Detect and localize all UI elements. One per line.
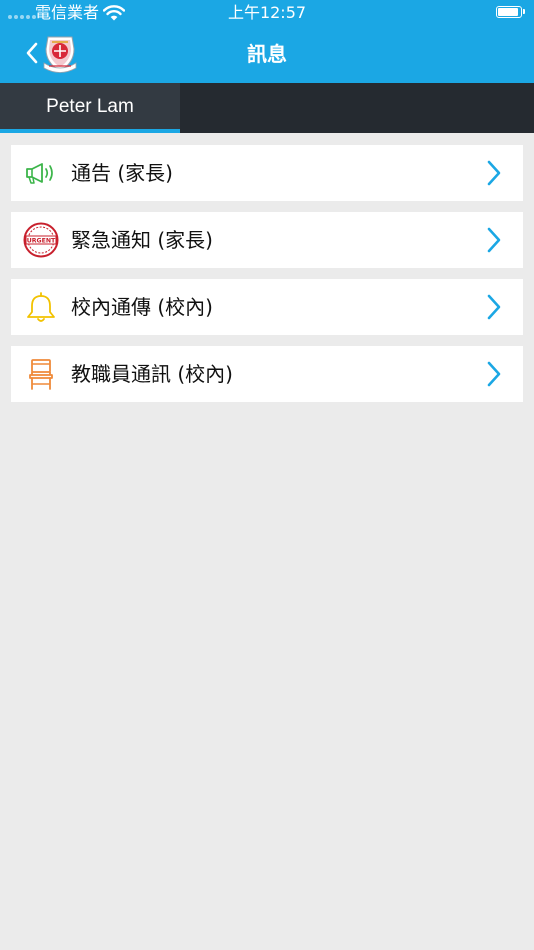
battery-tip — [523, 9, 525, 14]
message-category-list: 通告 (家長) URGENT 緊急通知 (家長) 校內通傳 (校內) 教職員通訊… — [11, 145, 523, 413]
tab-bar: Peter Lam — [0, 83, 534, 133]
list-item-label: 教職員通訊 (校內) — [71, 362, 233, 386]
bell-icon — [27, 292, 55, 322]
list-item-staff-communications[interactable]: 教職員通訊 (校內) — [11, 346, 523, 402]
list-item-urgent-notices[interactable]: URGENT 緊急通知 (家長) — [11, 212, 523, 268]
list-item-label: 緊急通知 (家長) — [71, 228, 213, 252]
clock: 上午12:57 — [227, 3, 307, 22]
navigation-header: 電信業者 上午12:57 訊息 — [0, 0, 534, 83]
chair-icon — [29, 359, 53, 390]
battery-icon — [496, 6, 522, 18]
megaphone-icon — [26, 163, 53, 184]
chevron-right-icon — [487, 160, 501, 186]
status-bar: 電信業者 上午12:57 — [0, 0, 534, 26]
chevron-right-icon — [487, 361, 501, 387]
list-item-label: 校內通傳 (校內) — [71, 295, 213, 319]
chevron-right-icon — [487, 227, 501, 253]
list-item-label: 通告 (家長) — [71, 161, 173, 185]
list-item-internal-messages[interactable]: 校內通傳 (校內) — [11, 279, 523, 335]
tab-selected-indicator — [0, 129, 180, 133]
page-title: 訊息 — [247, 42, 287, 66]
tab-label: Peter Lam — [46, 96, 134, 117]
chevron-right-icon — [487, 294, 501, 320]
urgent-stamp-text: URGENT — [27, 238, 56, 245]
tab-peter-lam[interactable]: Peter Lam — [0, 83, 180, 133]
list-item-parent-notices[interactable]: 通告 (家長) — [11, 145, 523, 201]
battery-level-fill — [498, 8, 518, 16]
urgent-stamp-icon: URGENT — [23, 222, 59, 258]
